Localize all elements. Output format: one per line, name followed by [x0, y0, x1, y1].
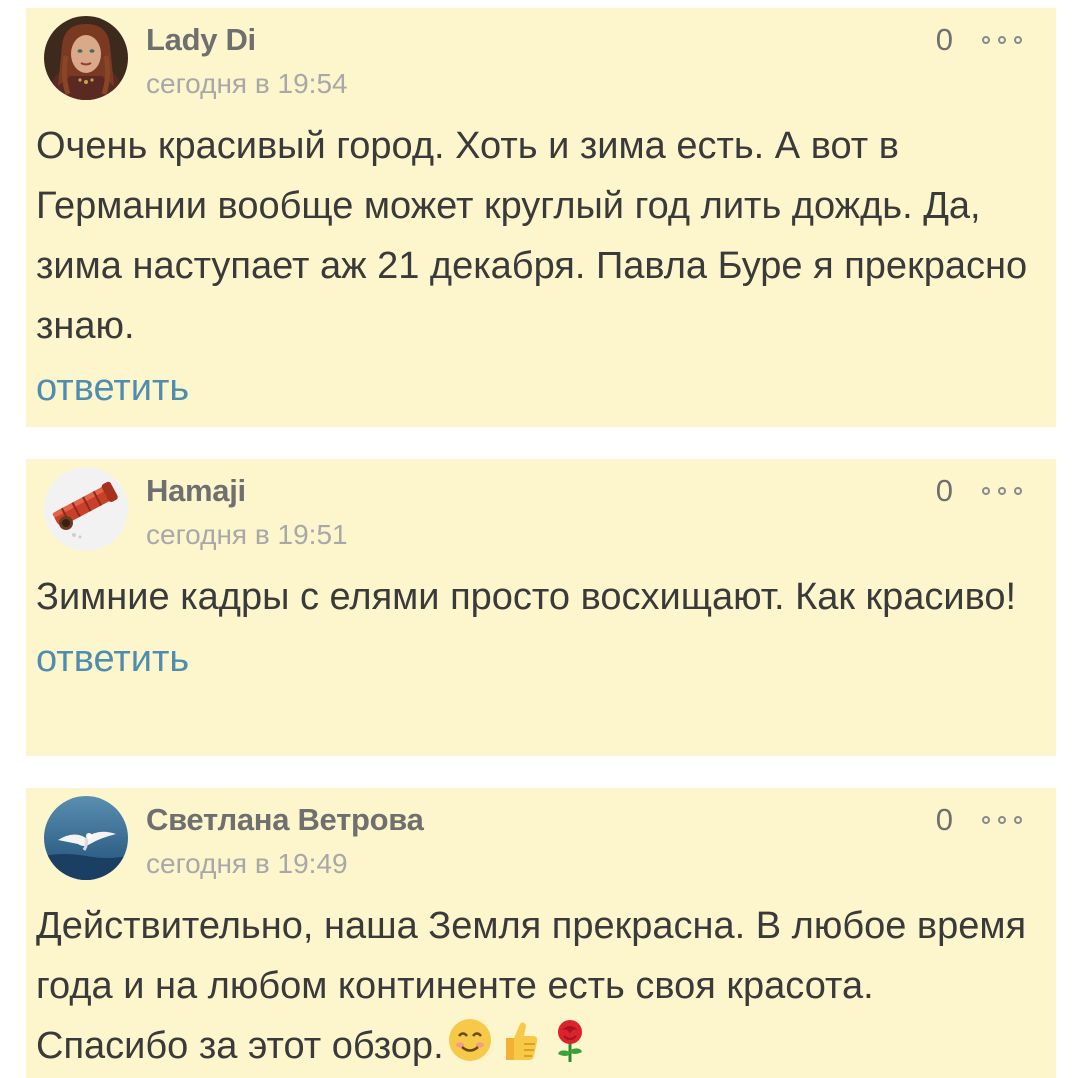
woman-portrait-avatar-icon [44, 16, 128, 100]
thumbs-up-icon [496, 1016, 544, 1064]
comment-author[interactable]: Hamaji [146, 473, 246, 509]
comment-card: Hamaji сегодня в 19:51 0 Зимние кадры с … [26, 459, 1056, 756]
comment-header: Hamaji сегодня в 19:51 0 [36, 459, 1036, 559]
comment-text: Действительно, наша Земля прекрасна. В л… [36, 896, 1036, 1076]
comment-time: сегодня в 19:51 [146, 519, 348, 550]
comment-header: Lady Di сегодня в 19:54 0 [36, 8, 1036, 108]
more-options-icon[interactable] [982, 34, 1022, 46]
rose-icon [546, 1016, 594, 1064]
comment-time: сегодня в 19:49 [146, 848, 348, 879]
comment-author[interactable]: Светлана Ветрова [146, 802, 424, 838]
reply-link[interactable]: ответить [36, 360, 189, 416]
more-options-icon[interactable] [982, 814, 1022, 826]
comment-card: Lady Di сегодня в 19:54 0 Очень красивый… [26, 8, 1056, 427]
comment-time: сегодня в 19:54 [146, 68, 348, 99]
comment-text: Очень красивый город. Хоть и зима есть. … [36, 125, 1028, 347]
comment-card: Светлана Ветрова сегодня в 19:49 0 Дейст… [26, 788, 1056, 1078]
avatar[interactable] [44, 467, 128, 551]
avatar[interactable] [44, 796, 128, 880]
more-options-icon[interactable] [982, 485, 1022, 497]
avatar[interactable] [44, 16, 128, 100]
comment-text: Зимние кадры с елями просто восхищают. К… [36, 576, 1017, 618]
comment-rating: 0 [935, 473, 953, 508]
red-scroll-avatar-icon [44, 467, 128, 551]
comment-author[interactable]: Lady Di [146, 22, 256, 58]
comment-header: Светлана Ветрова сегодня в 19:49 0 [36, 788, 1036, 888]
comment-rating: 0 [935, 22, 953, 57]
comments-feed: Lady Di сегодня в 19:54 0 Очень красивый… [26, 8, 1056, 1078]
comment-rating: 0 [935, 802, 953, 837]
smiling-face-icon [446, 1016, 494, 1064]
seagull-over-sea-avatar-icon [44, 796, 128, 880]
reply-link[interactable]: ответить [36, 631, 189, 687]
